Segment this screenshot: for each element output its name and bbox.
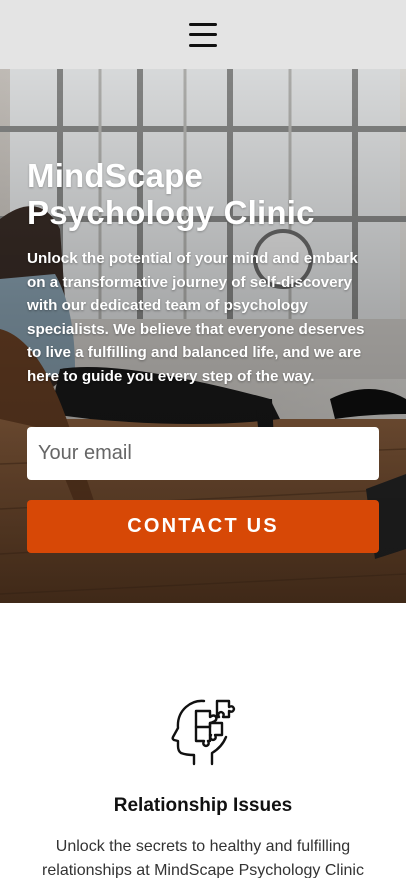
service-title: Relationship Issues	[113, 795, 293, 816]
service-description: Unlock the secrets to healthy and fulfil…	[42, 838, 364, 878]
top-bar	[0, 0, 406, 69]
menu-line	[189, 43, 217, 47]
email-input[interactable]	[27, 427, 379, 480]
hero-content: MindScape Psychology Clinic Unlock the p…	[27, 157, 379, 388]
menu-line	[189, 33, 217, 36]
page: MindScape Psychology Clinic Unlock the p…	[0, 0, 406, 878]
hamburger-menu-icon[interactable]	[189, 22, 217, 47]
service-card: Relationship Issues Unlock the secrets t…	[0, 603, 406, 878]
hero-title: MindScape Psychology Clinic	[27, 157, 315, 231]
menu-line	[189, 22, 217, 26]
contact-us-button[interactable]: CONTACT US	[27, 500, 379, 553]
hero-section: MindScape Psychology Clinic Unlock the p…	[0, 69, 406, 603]
hero-description: Unlock the potential of your mind and em…	[27, 250, 365, 385]
head-puzzle-icon	[171, 699, 236, 766]
